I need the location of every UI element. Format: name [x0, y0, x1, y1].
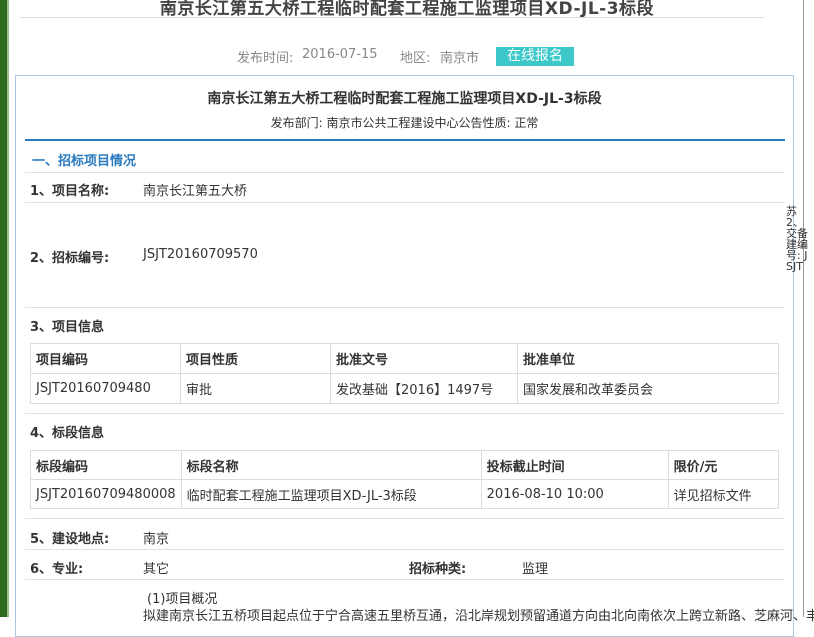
region-label: 地区: — [400, 51, 431, 66]
table-cell: 国家发展和改革委员会 — [517, 373, 779, 404]
project-name-label: 1、项目名称: — [30, 184, 110, 199]
divider — [25, 202, 785, 203]
table-cell: 2016-08-10 10:00 — [480, 479, 669, 509]
table-header-cell: 批准单位 — [517, 343, 779, 374]
table-header-cell: 标段编码 — [30, 450, 182, 480]
table-header-cell: 项目性质 — [180, 343, 331, 374]
table-cell: JSJT20160709480 — [30, 373, 181, 404]
divider — [25, 518, 785, 519]
project-info-label: 3、项目信息 — [30, 320, 105, 335]
table-header-cell: 限价/元 — [667, 450, 780, 480]
bid-type-value: 监理 — [522, 562, 549, 577]
section-heading: 一、招标项目情况 — [32, 154, 137, 169]
table-cell: 详见招标文件 — [667, 479, 780, 509]
table-header-cell: 投标截止时间 — [480, 450, 669, 480]
table-row: JSJT20160709480008 临时配套工程施工监理项目XD-JL-3标段… — [30, 479, 780, 509]
left-edge-accent — [7, 0, 9, 617]
table-cell: 发改基础【2016】1497号 — [330, 373, 518, 404]
meta-row: 发布时间: 2016-07-15 地区: 南京市 — [0, 47, 814, 67]
project-info-table: 项目编码 项目性质 批准文号 批准单位 JSJT20160709480 审批 发… — [30, 343, 779, 404]
divider — [25, 579, 785, 580]
publish-time: 2016-07-15 — [302, 47, 378, 62]
bid-type-label: 招标种类: — [409, 562, 467, 577]
publish-time-label: 发布时间: — [237, 51, 294, 66]
divider — [25, 307, 785, 308]
region: 南京市 — [440, 51, 480, 66]
table-header-cell: 标段名称 — [180, 450, 482, 480]
table-header-row: 项目编码 项目性质 批准文号 批准单位 — [30, 343, 779, 374]
table-header-cell: 批准文号 — [330, 343, 518, 374]
location-label: 5、建设地点: — [30, 532, 110, 547]
enroll-online-button[interactable]: 在线报名 — [496, 47, 574, 66]
table-header-cell: 项目编码 — [30, 343, 181, 374]
table-row: JSJT20160709480 审批 发改基础【2016】1497号 国家发展和… — [30, 373, 779, 404]
right-divider — [803, 0, 804, 617]
document-title: 南京长江第五大桥工程临时配套工程施工监理项目XD-JL-3标段 — [207, 91, 602, 107]
specialty-label: 6、专业: — [30, 562, 84, 577]
project-name-value: 南京长江第五大桥 — [143, 184, 248, 199]
segment-info-label: 4、标段信息 — [30, 426, 105, 441]
location-value: 南京 — [143, 532, 170, 547]
segment-info-table: 标段编码 标段名称 投标截止时间 限价/元 JSJT20160709480008… — [30, 450, 780, 509]
bid-number-value: JSJT20160709570 — [143, 247, 258, 262]
bid-number-label: 2、招标编号: — [30, 251, 110, 266]
table-cell: 审批 — [180, 373, 331, 404]
specialty-value: 其它 — [143, 562, 170, 577]
side-reference-text: 苏2、交备建编号: JSJT — [786, 205, 808, 273]
table-cell: JSJT20160709480008 — [30, 479, 182, 509]
divider — [25, 413, 785, 414]
table-cell: 临时配套工程施工监理项目XD-JL-3标段 — [180, 479, 482, 509]
document-subtitle: 发布部门: 南京市公共工程建设中心公告性质: 正常 — [270, 116, 539, 130]
table-header-row: 标段编码 标段名称 投标截止时间 限价/元 — [30, 450, 780, 480]
left-edge-bar — [0, 0, 7, 617]
overview-text: 拟建南京长江五桥项目起点位于宁合高速五里桥互通，沿北岸规划预留通道方向由北向南依… — [143, 609, 814, 624]
divider — [25, 549, 785, 550]
divider — [25, 172, 785, 173]
title-rule — [25, 139, 785, 141]
title-divider — [20, 17, 764, 18]
